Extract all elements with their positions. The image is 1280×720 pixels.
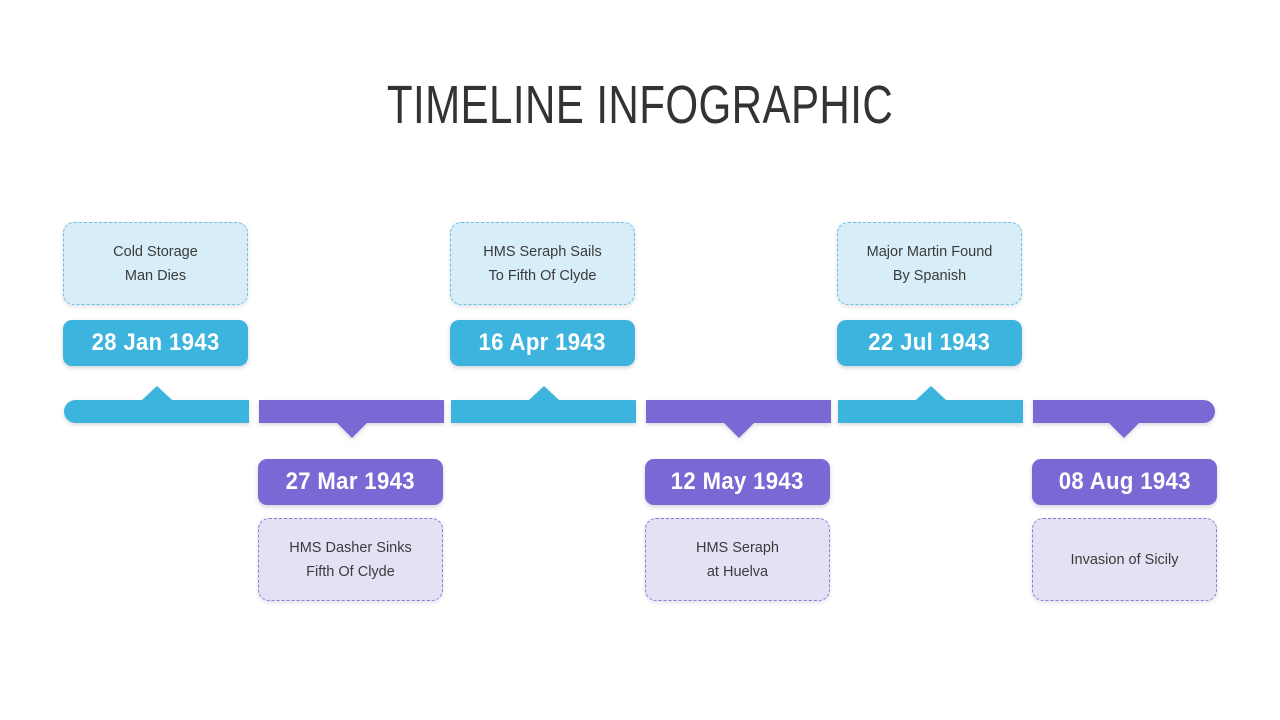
event-content-line-1a: Cold Storage (113, 243, 198, 260)
timeline-segment-3[interactable] (451, 386, 636, 423)
event-date-label-3: 16 Apr 1943 (478, 329, 607, 356)
timeline-segment-4[interactable] (646, 400, 831, 438)
event-content-box-2: HMS Dasher Sinks Fifth Of Clyde (258, 518, 443, 601)
timeline-segment-body-1 (64, 400, 249, 423)
event-content-text-2: HMS Dasher Sinks Fifth Of Clyde (283, 536, 417, 584)
event-date-label-4: 12 May 1943 (671, 468, 804, 495)
event-content-box-1: Cold Storage Man Dies (63, 222, 248, 305)
event-content-line-2b: Fifth Of Clyde (306, 563, 395, 580)
event-date-badge-1[interactable]: 28 Jan 1943 (63, 320, 248, 366)
event-date-badge-3[interactable]: 16 Apr 1943 (450, 320, 635, 366)
event-content-text-3: HMS Seraph Sails To Fifth Of Clyde (477, 240, 607, 288)
page-title: TIMELINE INFOGRAPHIC (386, 75, 894, 135)
timeline-segment-5[interactable] (838, 386, 1023, 423)
event-content-box-4: HMS Seraph at Huelva (645, 518, 830, 601)
timeline-segment-body-5 (838, 400, 1023, 423)
timeline-bar (64, 386, 1215, 438)
triangle-down-icon (1109, 423, 1139, 438)
event-content-line-6a: Invasion of Sicily (1070, 551, 1179, 568)
slide-canvas: TIMELINE INFOGRAPHIC Cold Storage Man Die… (0, 0, 1280, 720)
event-date-label-1: 28 Jan 1943 (91, 329, 220, 356)
event-date-badge-5[interactable]: 22 Jul 1943 (837, 320, 1022, 366)
event-content-line-1b: Man Dies (124, 267, 187, 284)
timeline-segment-body-6 (1033, 400, 1215, 423)
event-content-box-3: HMS Seraph Sails To Fifth Of Clyde (450, 222, 635, 305)
event-content-line-4b: at Huelva (706, 563, 769, 580)
timeline-segment-body-2 (259, 400, 444, 423)
timeline-segment-1[interactable] (64, 386, 249, 423)
triangle-down-icon (723, 423, 754, 438)
event-content-text-5: Major Martin Found By Spanish (861, 240, 999, 288)
event-content-line-3a: HMS Seraph Sails (483, 243, 602, 260)
event-content-text-1: Cold Storage Man Dies (107, 240, 204, 288)
timeline-segment-6[interactable] (1033, 400, 1215, 438)
event-date-badge-6[interactable]: 08 Aug 1943 (1032, 459, 1217, 505)
event-content-line-4a: HMS Seraph (695, 539, 779, 556)
timeline-segment-body-3 (451, 400, 636, 423)
triangle-down-icon (336, 423, 367, 438)
event-date-badge-4[interactable]: 12 May 1943 (645, 459, 830, 505)
timeline-segment-2[interactable] (259, 400, 444, 438)
timeline-segment-body-4 (646, 400, 831, 423)
event-content-line-5a: Major Martin Found (866, 243, 993, 260)
triangle-up-icon (141, 386, 172, 400)
event-content-text-4: HMS Seraph at Huelva (690, 536, 785, 584)
event-date-label-5: 22 Jul 1943 (868, 329, 991, 356)
event-content-box-5: Major Martin Found By Spanish (837, 222, 1022, 305)
event-content-box-6: Invasion of Sicily (1032, 518, 1217, 601)
event-content-line-2a: HMS Dasher Sinks (289, 539, 412, 556)
event-date-label-2: 27 Mar 1943 (285, 468, 416, 495)
event-date-badge-2[interactable]: 27 Mar 1943 (258, 459, 443, 505)
event-content-line-3b: To Fifth Of Clyde (488, 267, 597, 284)
triangle-up-icon (528, 386, 559, 400)
event-date-label-6: 08 Aug 1943 (1058, 468, 1191, 495)
event-content-text-6: Invasion of Sicily (1065, 548, 1185, 572)
triangle-up-icon (915, 386, 946, 400)
event-content-line-5b: By Spanish (892, 267, 967, 284)
